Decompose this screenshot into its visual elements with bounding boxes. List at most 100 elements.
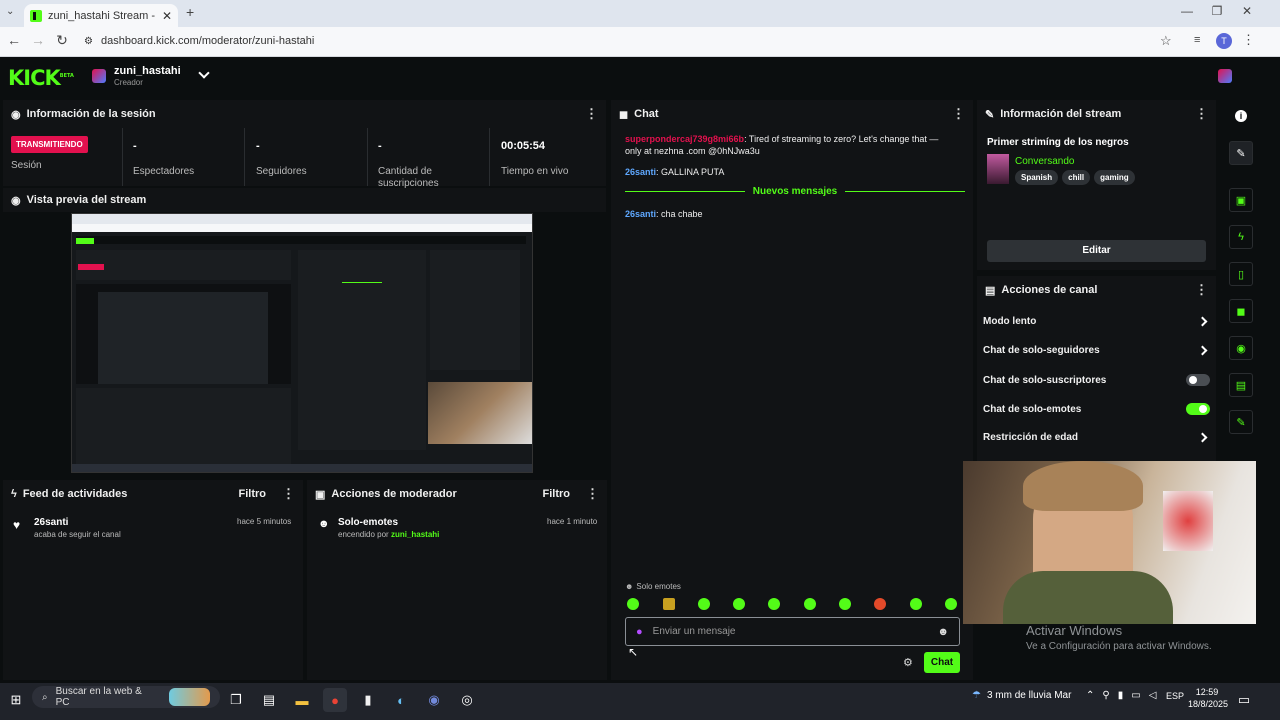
emote-icon[interactable] xyxy=(627,598,639,610)
monitor-icon[interactable]: ▭ xyxy=(1131,690,1140,701)
mod-menu-icon[interactable]: ⋮ xyxy=(586,486,599,502)
steam-icon[interactable]: ◐ xyxy=(389,688,413,712)
emotes-only-toggle[interactable] xyxy=(1186,403,1210,415)
bookmark-star-icon[interactable]: ☆ xyxy=(1160,33,1172,49)
chat-username[interactable]: 26santi xyxy=(625,209,656,219)
tray-chevron-up-icon[interactable]: ⌃ xyxy=(1086,690,1094,701)
emoji-picker-icon[interactable]: ☻ xyxy=(937,626,949,638)
activity-filter-button[interactable]: Filtro xyxy=(239,488,267,500)
emote-icon[interactable] xyxy=(663,598,675,610)
network-icon[interactable]: ⚲ xyxy=(1102,690,1109,701)
weather-widget[interactable]: ☂ 3 mm de lluvia Mar xyxy=(972,690,1071,701)
windows-start-icon[interactable]: ⊞ xyxy=(4,688,28,712)
tag-pill[interactable]: Spanish xyxy=(1015,170,1059,185)
broadcast-icon: ◉ xyxy=(11,108,21,121)
tag-pill[interactable]: chill xyxy=(1062,170,1091,185)
media-control-icon[interactable]: ≡ xyxy=(1194,34,1200,46)
chat-send-button[interactable]: Chat xyxy=(924,652,960,673)
close-window-icon[interactable]: ✕ xyxy=(1232,4,1262,18)
emote-icon[interactable] xyxy=(874,598,886,610)
stream-preview-video[interactable] xyxy=(71,213,533,473)
search-icon: ⌕ xyxy=(42,691,48,703)
discord-icon[interactable]: ◉ xyxy=(422,688,446,712)
forward-icon[interactable]: → xyxy=(28,32,48,48)
viewers-value: - xyxy=(133,140,137,152)
task-view-icon[interactable]: ❐ xyxy=(224,688,248,712)
url-input[interactable]: dashboard.kick.com/moderator/zuni-hastah… xyxy=(101,35,314,47)
maximize-icon[interactable]: ❐ xyxy=(1202,4,1232,18)
back-icon[interactable]: ← xyxy=(4,32,24,48)
browser-tab[interactable]: zuni_hastahi Stream - Kick Dash ✕ xyxy=(24,4,178,27)
reload-icon[interactable]: ↻ xyxy=(52,32,72,49)
user-avatar[interactable] xyxy=(1218,69,1232,83)
subs-label: Cantidad de suscripciones xyxy=(378,166,439,189)
emote-icon[interactable] xyxy=(804,598,816,610)
file-explorer-icon[interactable]: ▬ xyxy=(290,688,314,712)
lightning-icon[interactable]: ϟ xyxy=(1229,225,1253,249)
shield-icon: ▣ xyxy=(315,488,326,501)
kick-logo[interactable]: KICKBETA xyxy=(8,66,74,90)
subs-only-toggle[interactable] xyxy=(1186,374,1210,386)
category-name[interactable]: Conversando xyxy=(1015,156,1074,167)
document-icon[interactable]: ▯ xyxy=(1229,262,1253,286)
close-tab-icon[interactable]: ✕ xyxy=(162,9,172,23)
chat-message-input[interactable]: Enviar un mensaje xyxy=(653,626,928,637)
wrench-icon[interactable]: ✎ xyxy=(1229,410,1253,434)
screen-icon[interactable]: ▣ xyxy=(1229,188,1253,212)
chrome-icon[interactable]: ● xyxy=(323,688,347,712)
browser-menu-icon[interactable]: ⋮ xyxy=(1242,32,1255,48)
emote-icon[interactable] xyxy=(733,598,745,610)
broadcast-icon[interactable]: ◉ xyxy=(1229,336,1253,360)
chat-message-text: : GALLINA PUTA xyxy=(656,167,725,177)
edit-button[interactable]: Editar xyxy=(987,240,1206,262)
emote-icon: ☻ xyxy=(318,518,330,530)
mod-filter-button[interactable]: Filtro xyxy=(543,488,571,500)
app-icon[interactable]: ▮ xyxy=(356,688,380,712)
info-icon[interactable]: i xyxy=(1235,110,1247,122)
emote-icon[interactable] xyxy=(945,598,957,610)
emote-icon[interactable] xyxy=(768,598,780,610)
profile-avatar[interactable]: T xyxy=(1216,33,1232,49)
language-indicator[interactable]: ESP xyxy=(1166,691,1184,701)
followers-only-row[interactable]: Chat de solo-seguidores xyxy=(983,345,1210,356)
volume-icon[interactable]: ◁ xyxy=(1149,690,1157,701)
pencil-icon[interactable]: ✎ xyxy=(1229,141,1253,165)
chat-username[interactable]: 26santi xyxy=(625,167,656,177)
preview-icon: ◉ xyxy=(11,194,21,207)
emote-icon[interactable] xyxy=(839,598,851,610)
chat-menu-icon[interactable]: ⋮ xyxy=(952,106,965,122)
chat-input-box[interactable]: ● Enviar un mensaje ☻ xyxy=(625,617,960,646)
age-restriction-row[interactable]: Restricción de edad xyxy=(983,432,1210,443)
minimize-icon[interactable]: — xyxy=(1172,4,1202,18)
tab-search-icon[interactable]: ⌄ xyxy=(6,6,14,17)
tag-pill[interactable]: gaming xyxy=(1094,170,1135,185)
emote-icon[interactable] xyxy=(910,598,922,610)
mic-icon[interactable]: ▮ xyxy=(1118,690,1124,701)
notification-icon[interactable]: ▭ xyxy=(1232,688,1256,712)
category-thumbnail[interactable] xyxy=(987,154,1009,184)
session-menu-icon[interactable]: ⋮ xyxy=(585,106,598,122)
taskbar-search[interactable]: ⌕ Buscar en la web & PC xyxy=(32,686,220,708)
chat-icon[interactable]: ◼ xyxy=(1229,299,1253,323)
slow-mode-row[interactable]: Modo lento xyxy=(983,316,1210,327)
mod-action-by[interactable]: zuni_hastahi xyxy=(391,530,439,539)
site-info-icon[interactable]: ⚙ xyxy=(84,36,93,47)
channel-name[interactable]: zuni_hastahi xyxy=(114,65,181,77)
stream-info-menu-icon[interactable]: ⋮ xyxy=(1195,106,1208,122)
emote-icon[interactable] xyxy=(698,598,710,610)
app-header xyxy=(0,57,1262,97)
chat-username[interactable]: superpondercaj739g8mi66b xyxy=(625,134,744,144)
server-icon[interactable]: ▤ xyxy=(1229,373,1253,397)
store-icon[interactable]: ▤ xyxy=(257,688,281,712)
system-tray-icons[interactable]: ⌃ ⚲ ▮ ▭ ◁ xyxy=(1086,690,1156,701)
mic-icon[interactable]: ● xyxy=(636,626,643,638)
activity-user[interactable]: 26santi xyxy=(34,517,68,528)
chat-settings-icon[interactable]: ⚙ xyxy=(903,656,913,669)
channel-actions-menu-icon[interactable]: ⋮ xyxy=(1195,282,1208,298)
new-tab-icon[interactable]: + xyxy=(186,4,194,20)
new-messages-divider[interactable]: Nuevos mensajes xyxy=(625,186,965,197)
activity-menu-icon[interactable]: ⋮ xyxy=(282,486,295,502)
clock[interactable]: 12:59 18/8/2025 xyxy=(1188,686,1228,710)
obs-icon[interactable]: ◎ xyxy=(455,688,479,712)
chevron-right-icon xyxy=(1197,432,1208,443)
